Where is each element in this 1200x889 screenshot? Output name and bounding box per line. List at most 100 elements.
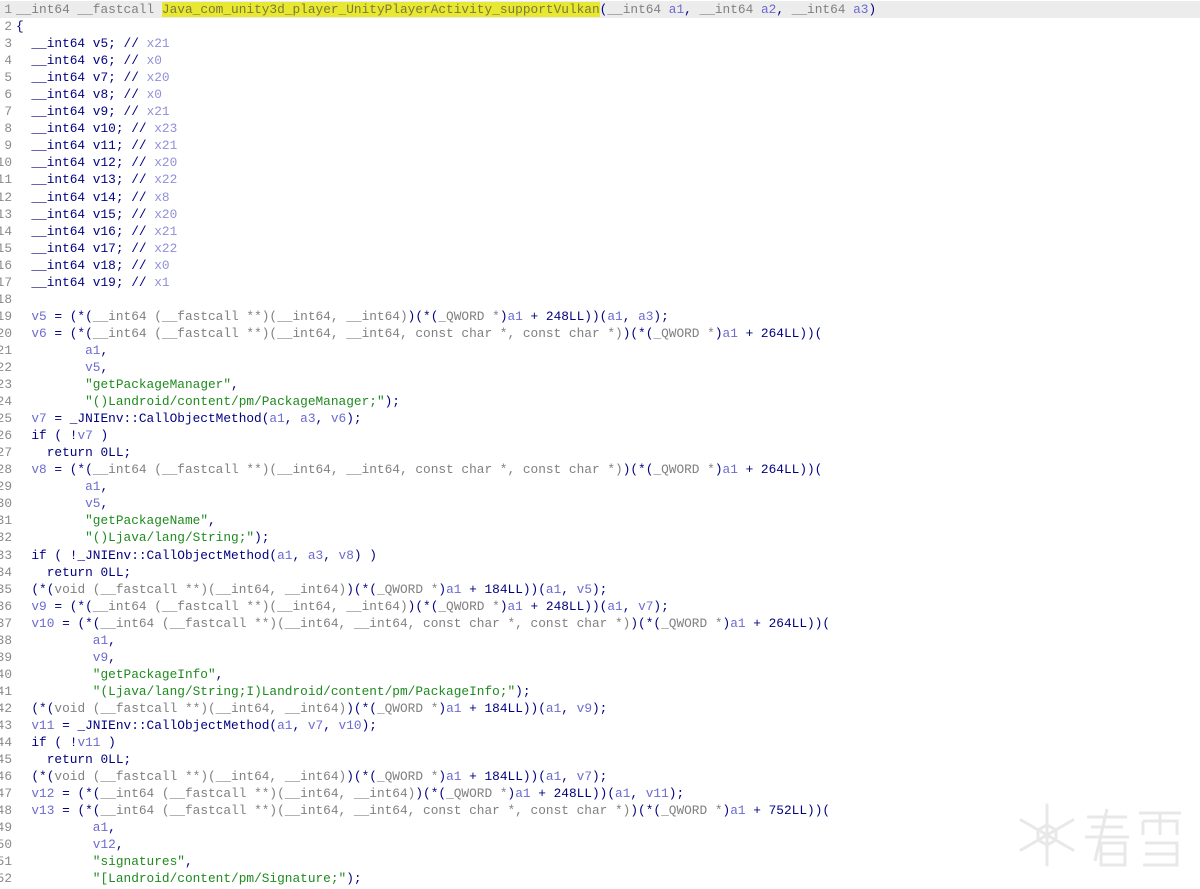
code-token: = (*( — [54, 803, 101, 819]
kanxue-watermark-logo — [1019, 803, 1181, 867]
code-token: __int64 v7; // — [16, 70, 147, 86]
code-line[interactable]: 12 __int64 v14; // x8 — [0, 189, 1200, 206]
code-line[interactable]: 20 v6 = (*(__int64 (__fastcall **)(__int… — [0, 325, 1200, 342]
code-line[interactable]: 45 return 0LL; — [0, 751, 1200, 768]
variable-token: a1 — [515, 786, 531, 802]
code-text: __int64 v19; // x1 — [12, 274, 1200, 291]
code-text: v9, — [12, 649, 1200, 666]
code-token: , — [215, 666, 224, 682]
code-line[interactable]: 21 a1, — [0, 342, 1200, 359]
code-token: )(*( — [630, 803, 662, 819]
code-line[interactable]: 22 v5, — [0, 359, 1200, 376]
line-number: 23 — [0, 377, 12, 393]
line-number: 15 — [0, 240, 12, 256]
code-line[interactable]: 23 "getPackageManager", — [0, 376, 1200, 393]
code-token: = _JNIEnv::CallObjectMethod( — [54, 717, 278, 733]
line-number: 6 — [4, 87, 12, 103]
code-line[interactable]: 9 __int64 v11; // x21 — [0, 137, 1200, 154]
code-token: , — [323, 717, 339, 733]
code-line[interactable]: 44 if ( !v11 ) — [0, 734, 1200, 751]
code-line[interactable]: 27 return 0LL; — [0, 444, 1200, 461]
code-token: ); — [254, 530, 270, 546]
code-line[interactable]: 41 "(Ljava/lang/String;I)Landroid/conten… — [0, 683, 1200, 700]
code-line[interactable]: 4 __int64 v6; // x0 — [0, 52, 1200, 69]
variable-token: v11 — [31, 717, 55, 733]
code-line[interactable]: 28 v8 = (*(__int64 (__fastcall **)(__int… — [0, 461, 1200, 478]
code-line[interactable]: 32 "()Ljava/lang/String;"); — [0, 529, 1200, 546]
code-line[interactable]: 16 __int64 v18; // x0 — [0, 257, 1200, 274]
code-line[interactable]: 7 __int64 v9; // x21 — [0, 103, 1200, 120]
variable-token: a1 — [507, 598, 523, 614]
code-text: v8 = (*(__int64 (__fastcall **)(__int64,… — [12, 461, 1200, 478]
code-token: , — [100, 496, 109, 512]
type-keyword: __int64 (__fastcall **)(__int64, __int64… — [100, 803, 631, 819]
code-token: { — [16, 19, 24, 35]
code-text: __int64 v14; // x8 — [12, 189, 1200, 206]
type-keyword: __int64 (__fastcall **)(__int64, __int64… — [92, 462, 623, 478]
code-line[interactable]: 42 (*(void (__fastcall **)(__int64, __in… — [0, 700, 1200, 717]
register-comment: x21 — [154, 138, 178, 154]
code-line[interactable]: 25 v7 = _JNIEnv::CallObjectMethod(a1, a3… — [0, 410, 1200, 427]
variable-token: a1 — [668, 2, 685, 17]
code-line[interactable]: 8 __int64 v10; // x23 — [0, 120, 1200, 137]
variable-token: v12 — [92, 837, 116, 853]
code-line[interactable]: 24 "()Landroid/content/pm/PackageManager… — [0, 393, 1200, 410]
code-line[interactable]: 34 return 0LL; — [0, 564, 1200, 581]
code-line[interactable]: 33 if ( !_JNIEnv::CallObjectMethod(a1, a… — [0, 547, 1200, 564]
code-line[interactable]: 31 "getPackageName", — [0, 512, 1200, 529]
code-token: ) — [438, 769, 447, 785]
code-token: , — [684, 2, 700, 17]
code-line[interactable]: 3 __int64 v5; // x21 — [0, 35, 1200, 52]
code-token: + 184LL))( — [461, 581, 546, 597]
code-line[interactable]: 46 (*(void (__fastcall **)(__int64, __in… — [0, 768, 1200, 785]
code-line[interactable]: 6 __int64 v8; // x0 — [0, 86, 1200, 103]
variable-token: a1 — [277, 717, 293, 733]
string-literal: "()Ljava/lang/String;" — [85, 530, 255, 546]
code-line[interactable]: 15 __int64 v17; // x22 — [0, 240, 1200, 257]
code-line[interactable]: 17 __int64 v19; // x1 — [0, 274, 1200, 291]
code-text: v9 = (*(__int64 (__fastcall **)(__int64,… — [12, 598, 1200, 615]
code-token: if ( !_JNIEnv::CallObjectMethod( — [16, 547, 278, 563]
code-line[interactable]: 37 v10 = (*(__int64 (__fastcall **)(__in… — [0, 615, 1200, 632]
code-token: , — [630, 786, 646, 802]
code-text: __int64 v8; // x0 — [12, 86, 1200, 103]
code-line[interactable]: 11 __int64 v13; // x22 — [0, 171, 1200, 188]
line-number: 4 — [4, 53, 12, 69]
code-line[interactable]: 18 — [0, 291, 1200, 308]
code-token: )(*( — [407, 308, 439, 324]
code-line[interactable]: 10 __int64 v12; // x20 — [0, 154, 1200, 171]
code-line[interactable]: 38 a1, — [0, 632, 1200, 649]
code-line[interactable]: 30 v5, — [0, 495, 1200, 512]
code-token: __int64 v16; // — [16, 223, 155, 239]
type-keyword: __int64 — [699, 2, 761, 17]
code-line[interactable]: 14 __int64 v16; // x21 — [0, 223, 1200, 240]
code-line[interactable]: 26 if ( !v7 ) — [0, 427, 1200, 444]
type-keyword: _QWORD * — [376, 700, 439, 716]
code-line[interactable]: 19 v5 = (*(__int64 (__fastcall **)(__int… — [0, 308, 1200, 325]
code-line[interactable]: 5 __int64 v7; // x20 — [0, 69, 1200, 86]
line-number: 36 — [0, 598, 12, 614]
line-number: 41 — [0, 683, 12, 699]
pseudocode-view[interactable]: 1 __int64 __fastcall Java_com_unity3d_pla… — [0, 1, 1200, 887]
code-text: __int64 v18; // x0 — [12, 257, 1200, 274]
code-line[interactable]: 40 "getPackageInfo", — [0, 666, 1200, 683]
code-line[interactable]: 2{ — [0, 18, 1200, 35]
variable-token: v12 — [31, 786, 55, 802]
code-line[interactable]: 13 __int64 v15; // x20 — [0, 206, 1200, 223]
variable-token: v11 — [645, 786, 669, 802]
code-line[interactable]: 35 (*(void (__fastcall **)(__int64, __in… — [0, 581, 1200, 598]
code-line[interactable]: 29 a1, — [0, 478, 1200, 495]
type-keyword: _QWORD * — [661, 615, 723, 631]
code-line[interactable]: 1 __int64 __fastcall Java_com_unity3d_pla… — [0, 1, 1200, 19]
code-token: , — [108, 649, 116, 665]
code-line[interactable]: 39 v9, — [0, 649, 1200, 666]
variable-token: a1 — [92, 820, 109, 836]
code-line[interactable]: 43 v11 = _JNIEnv::CallObjectMethod(a1, v… — [0, 717, 1200, 734]
code-line[interactable]: 36 v9 = (*(__int64 (__fastcall **)(__int… — [0, 598, 1200, 615]
line-number: 2 — [4, 19, 12, 35]
variable-token: v7 — [31, 411, 47, 427]
